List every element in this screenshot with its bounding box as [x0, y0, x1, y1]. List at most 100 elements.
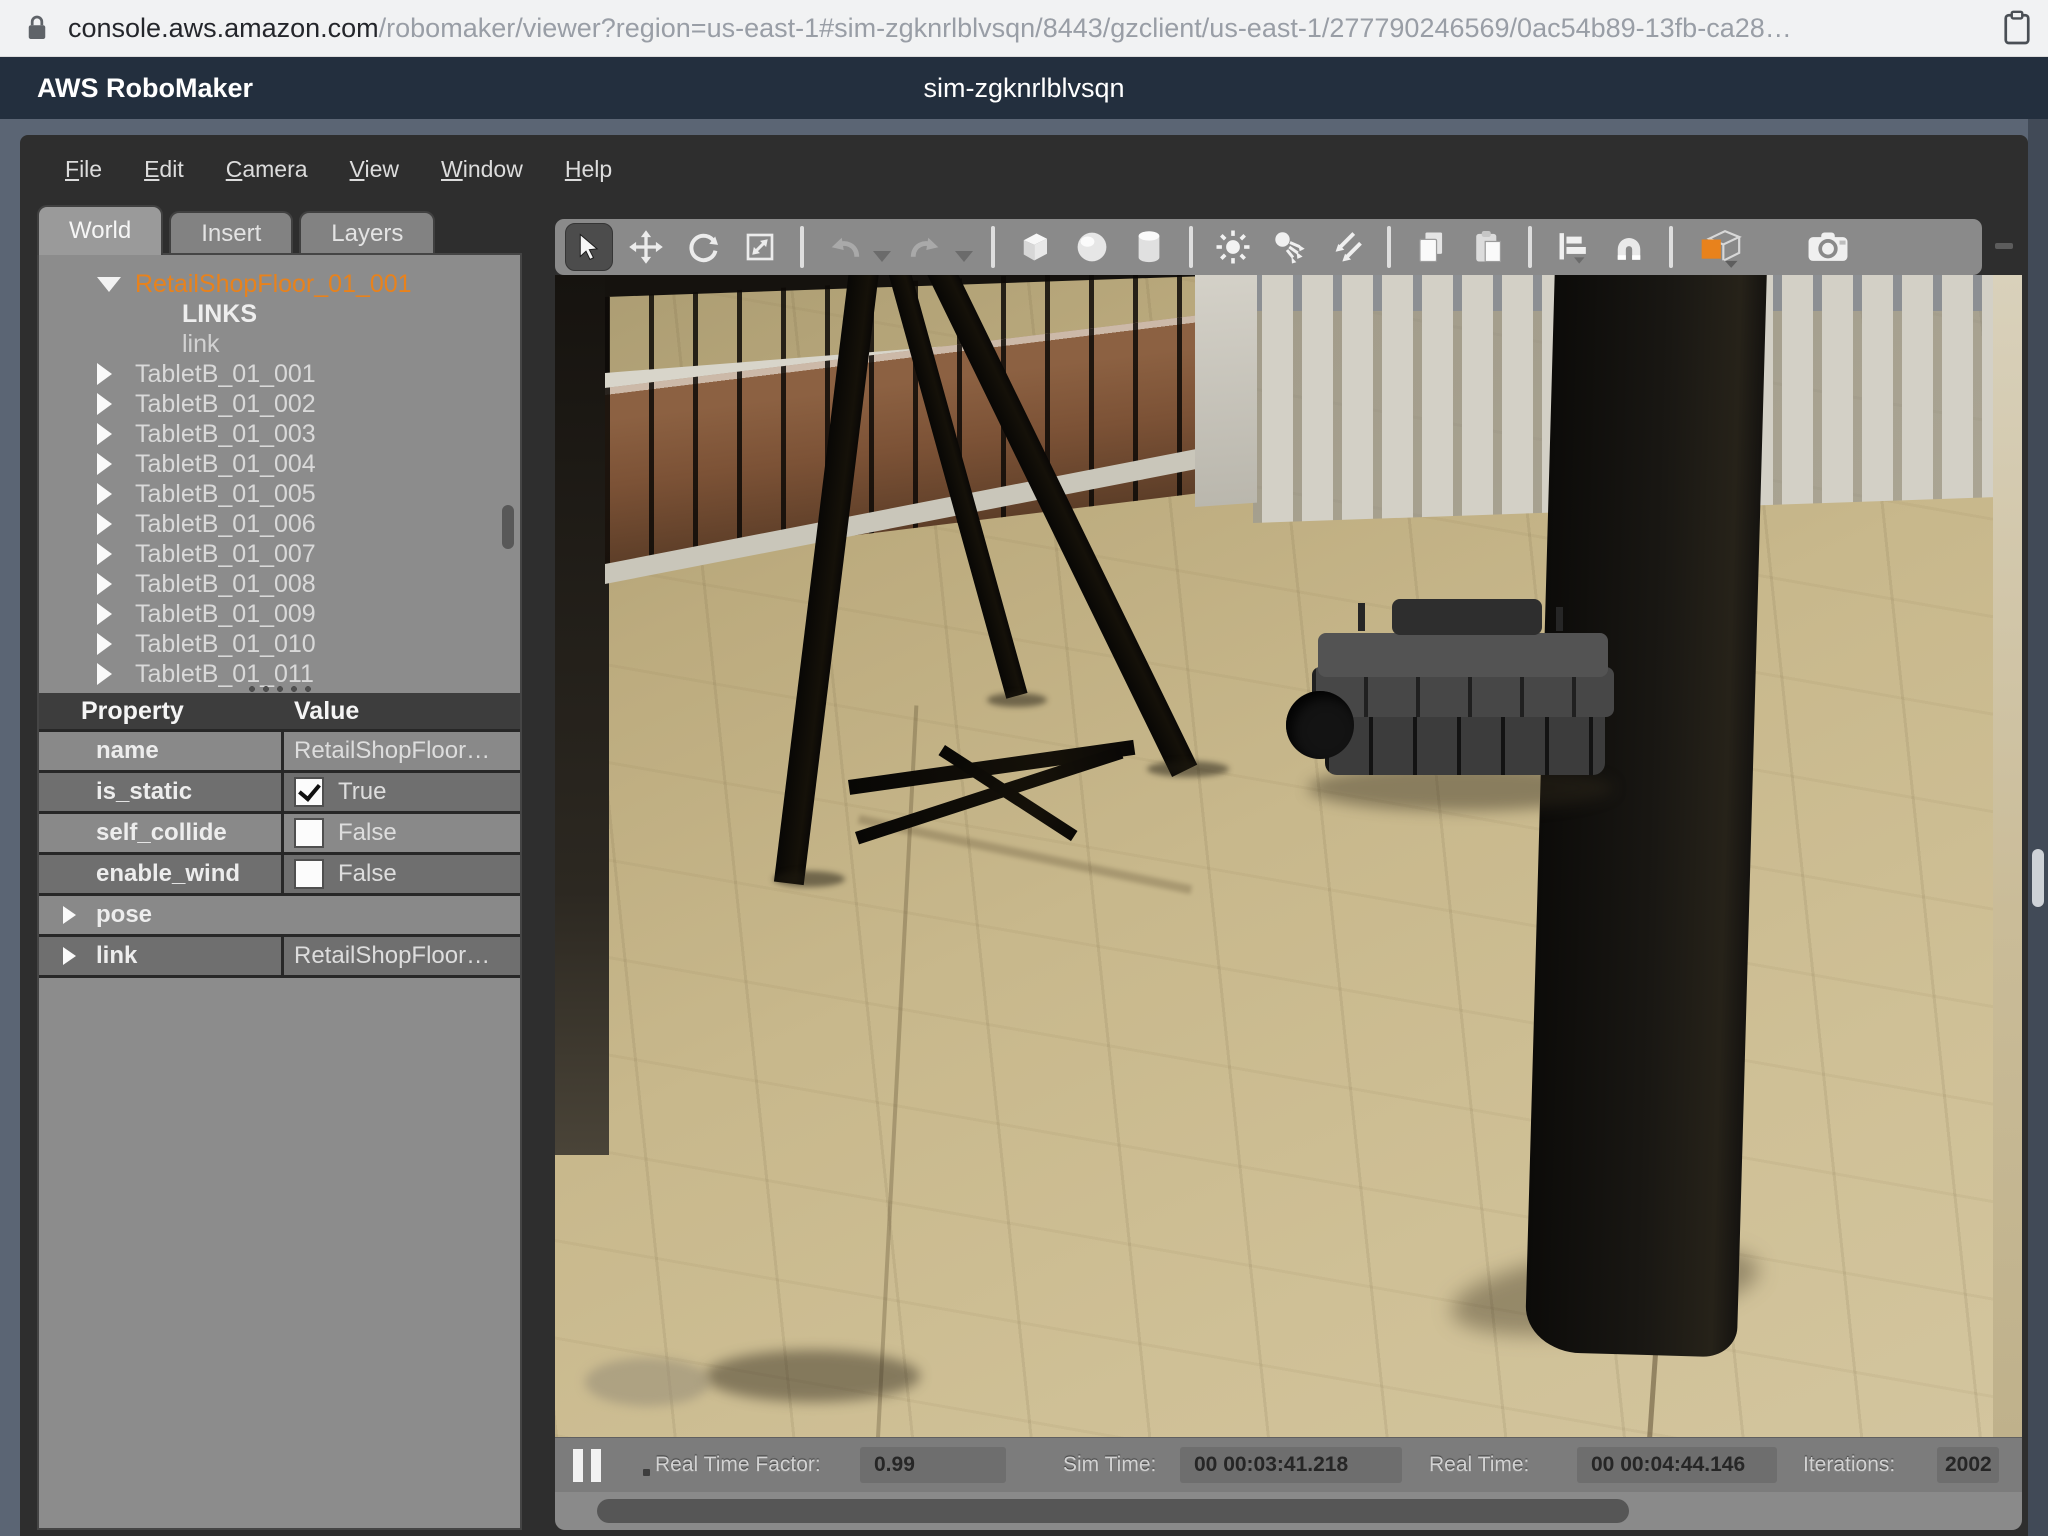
property-row-is-static[interactable]: is_static True — [39, 773, 520, 814]
scale-tool-button[interactable] — [736, 223, 784, 271]
expand-triangle-icon[interactable] — [97, 633, 112, 655]
tree-scrollbar-thumb[interactable] — [502, 505, 514, 549]
tree-properties-splitter[interactable] — [245, 685, 315, 693]
menu-view[interactable]: View — [329, 152, 420, 187]
toolbar-overflow-icon[interactable] — [1995, 243, 2013, 249]
step-button[interactable] — [643, 1469, 650, 1476]
tree-item-label: RetailShopFloor_01_001 — [135, 270, 412, 299]
simulation-title: sim-zgknrlblvsqn — [923, 57, 1124, 119]
tree-item-tabletb-003[interactable]: TabletB_01_003 — [39, 419, 520, 449]
expand-triangle-icon[interactable] — [97, 453, 112, 475]
menu-window[interactable]: Window — [420, 152, 544, 187]
select-arrow-icon — [574, 232, 604, 262]
expand-triangle-icon[interactable] — [97, 603, 112, 625]
self-collide-checkbox[interactable] — [294, 818, 324, 848]
expand-triangle-icon[interactable] — [97, 393, 112, 415]
insert-box-button[interactable] — [1011, 223, 1059, 271]
paste-button[interactable] — [1464, 223, 1512, 271]
expand-triangle-icon[interactable] — [97, 423, 112, 445]
tree-item-tabletb-001[interactable]: TabletB_01_001 — [39, 359, 520, 389]
redo-button[interactable] — [902, 223, 950, 271]
tripod-foot-shadow — [1147, 761, 1229, 777]
tab-world[interactable]: World — [37, 205, 163, 255]
tree-item-tabletb-008[interactable]: TabletB_01_008 — [39, 569, 520, 599]
tree-item-link[interactable]: link — [39, 329, 520, 359]
page-scrollbar[interactable] — [2028, 119, 2048, 1536]
property-row-pose[interactable]: pose — [39, 896, 520, 937]
tree-item-tabletb-004[interactable]: TabletB_01_004 — [39, 449, 520, 479]
screenshot-camera-icon — [1806, 229, 1850, 265]
is-static-checkbox[interactable] — [294, 777, 324, 807]
expand-triangle-icon[interactable] — [63, 947, 76, 965]
tree-item-tabletb-002[interactable]: TabletB_01_002 — [39, 389, 520, 419]
viewport-horizontal-scrollbar[interactable] — [555, 1492, 2022, 1530]
value-column-header: Value — [284, 697, 359, 726]
scene-3d-view[interactable] — [555, 275, 2022, 1437]
url-text[interactable]: console.aws.amazon.com/robomaker/viewer?… — [68, 13, 1992, 44]
property-row-link[interactable]: link RetailShopFloor… — [39, 937, 520, 978]
tab-layers[interactable]: Layers — [299, 211, 435, 255]
clipboard-icon[interactable] — [2002, 10, 2032, 46]
expand-triangle-icon[interactable] — [97, 363, 112, 385]
expand-triangle-icon[interactable] — [97, 663, 112, 685]
undo-history-dropdown-icon[interactable] — [873, 251, 891, 262]
spot-light-button[interactable] — [1266, 223, 1314, 271]
tree-item-links[interactable]: LINKS — [39, 299, 520, 329]
translate-icon — [628, 229, 664, 265]
turtlebot-robot[interactable] — [1300, 615, 1630, 820]
redo-history-dropdown-icon[interactable] — [955, 251, 973, 262]
menu-camera[interactable]: Camera — [205, 152, 329, 187]
floor-highlight-patch — [585, 1358, 710, 1406]
translate-tool-button[interactable] — [622, 223, 670, 271]
rotate-tool-button[interactable] — [679, 223, 727, 271]
property-column-header: Property — [39, 697, 284, 726]
horizontal-scrollbar-thumb[interactable] — [597, 1499, 1629, 1523]
enable-wind-checkbox[interactable] — [294, 859, 324, 889]
undo-button[interactable] — [820, 223, 868, 271]
screenshot-button[interactable] — [1800, 223, 1856, 271]
snap-button[interactable] — [1605, 223, 1653, 271]
insert-cylinder-button[interactable] — [1125, 223, 1173, 271]
property-name: enable_wind — [96, 860, 240, 888]
copy-button[interactable] — [1407, 223, 1455, 271]
insert-sphere-button[interactable] — [1068, 223, 1116, 271]
tree-item-tabletb-009[interactable]: TabletB_01_009 — [39, 599, 520, 629]
toolbar-separator — [1669, 226, 1673, 268]
menu-edit[interactable]: Edit — [123, 152, 205, 187]
sim-time-label: Sim Time: — [1063, 1453, 1156, 1477]
sphere-icon — [1074, 229, 1110, 265]
property-table-header: Property Value — [39, 693, 520, 732]
align-button[interactable] — [1548, 223, 1596, 271]
expand-triangle-icon[interactable] — [63, 906, 76, 924]
collapse-triangle-icon[interactable] — [97, 277, 121, 292]
menu-file[interactable]: File — [44, 152, 123, 187]
view-angle-button[interactable] — [1689, 223, 1751, 271]
property-value: False — [338, 819, 397, 847]
tree-item-label: TabletB_01_005 — [135, 480, 316, 509]
expand-triangle-icon[interactable] — [97, 543, 112, 565]
property-table: Property Value name RetailShopFloor… is_… — [39, 693, 520, 978]
tree-item-tabletb-006[interactable]: TabletB_01_006 — [39, 509, 520, 539]
expand-triangle-icon[interactable] — [97, 513, 112, 535]
property-row-name[interactable]: name RetailShopFloor… — [39, 732, 520, 773]
page-scrollbar-thumb[interactable] — [2032, 849, 2044, 907]
tree-item-retailshopfloor[interactable]: RetailShopFloor_01_001 — [39, 269, 520, 299]
tab-insert[interactable]: Insert — [169, 211, 293, 255]
expand-triangle-icon[interactable] — [97, 573, 112, 595]
point-light-button[interactable] — [1209, 223, 1257, 271]
tree-item-tabletb-005[interactable]: TabletB_01_005 — [39, 479, 520, 509]
viewport-toolbar — [555, 219, 1982, 275]
browser-url-bar[interactable]: console.aws.amazon.com/robomaker/viewer?… — [0, 0, 2048, 57]
property-row-enable-wind[interactable]: enable_wind False — [39, 855, 520, 896]
tree-item-tabletb-010[interactable]: TabletB_01_010 — [39, 629, 520, 659]
pause-button[interactable] — [573, 1449, 603, 1482]
expand-triangle-icon[interactable] — [97, 483, 112, 505]
directional-light-button[interactable] — [1323, 223, 1371, 271]
menu-help[interactable]: Help — [544, 152, 633, 187]
toolbar-separator — [991, 226, 995, 268]
floor-smudge — [705, 1350, 920, 1402]
iterations-label: Iterations: — [1803, 1453, 1895, 1477]
select-tool-button[interactable] — [565, 223, 613, 271]
property-row-self-collide[interactable]: self_collide False — [39, 814, 520, 855]
tree-item-tabletb-007[interactable]: TabletB_01_007 — [39, 539, 520, 569]
